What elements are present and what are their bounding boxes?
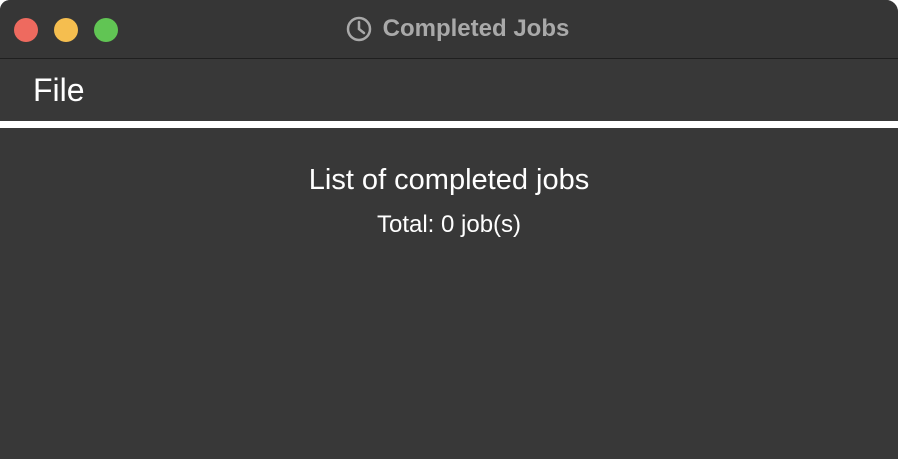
completed-jobs-heading: List of completed jobs <box>308 164 590 196</box>
window-title-group: Completed Jobs <box>0 0 898 58</box>
menu-separator <box>0 121 898 128</box>
title-bar[interactable]: Completed Jobs <box>0 0 898 59</box>
menu-bar: File <box>0 59 898 121</box>
menu-file[interactable]: File <box>33 71 85 109</box>
clock-icon <box>346 16 371 42</box>
completed-jobs-panel: List of completed jobs Total: 0 job(s) <box>0 128 898 459</box>
window-title: Completed Jobs <box>382 15 570 42</box>
completed-jobs-window: Completed Jobs File List of completed jo… <box>0 0 898 459</box>
job-count-label: Total: 0 job(s) <box>376 211 522 238</box>
